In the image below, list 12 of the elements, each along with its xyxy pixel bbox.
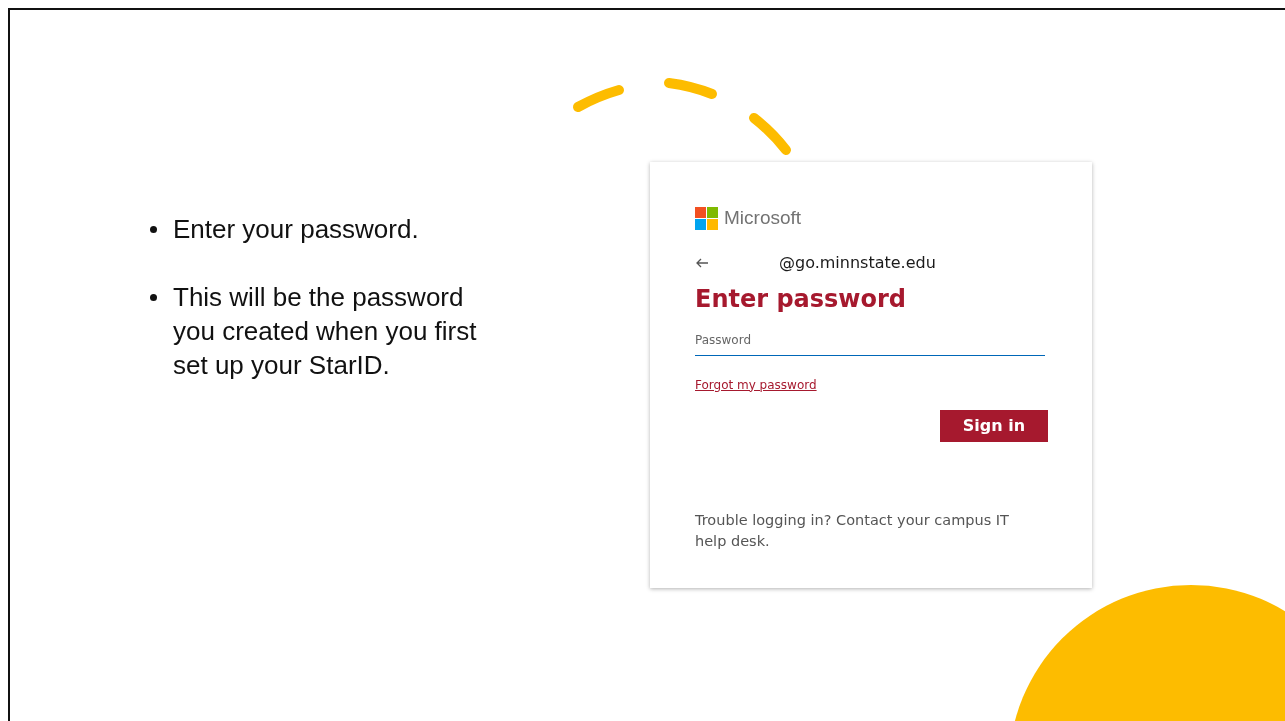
- forgot-password-link[interactable]: Forgot my password: [695, 375, 817, 394]
- sign-in-button[interactable]: Sign in: [940, 409, 1048, 442]
- help-text: Trouble logging in? Contact your campus IT help desk.: [695, 510, 1010, 551]
- account-email: @go.minnstate.edu: [779, 251, 936, 274]
- bullet-text: Enter your password.: [173, 213, 419, 246]
- login-title: Enter password: [695, 283, 908, 315]
- bullet-icon: [150, 294, 157, 301]
- bullet-text: This will be the password you created when you first set up your StarID.: [173, 281, 478, 382]
- back-arrow-icon[interactable]: [695, 257, 709, 268]
- bullet-icon: [150, 226, 157, 233]
- brand-name: Microsoft: [724, 206, 802, 230]
- logo-icon: [695, 206, 718, 230]
